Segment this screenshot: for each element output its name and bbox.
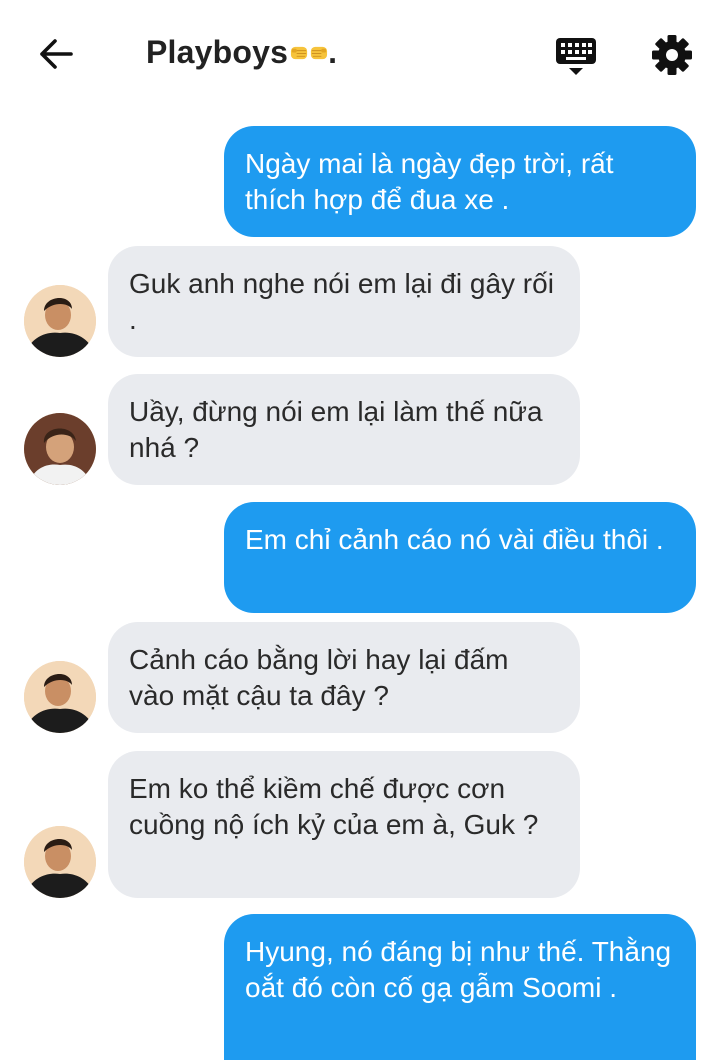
gear-icon	[652, 35, 692, 75]
settings-button[interactable]	[651, 34, 693, 76]
message-bubble-outgoing[interactable]: Ngày mai là ngày đẹp trời, rất thích hợp…	[224, 126, 696, 237]
avatar-guy-smiling	[24, 285, 96, 357]
chat-title-text: Playboys	[146, 34, 289, 70]
avatar[interactable]	[24, 826, 96, 898]
chat-header: Playboys .	[0, 0, 720, 105]
message-bubble-incoming[interactable]: Guk anh nghe nói em lại đi gây rối .	[108, 246, 580, 357]
chat-title: Playboys .	[146, 34, 337, 71]
message-bubble-outgoing[interactable]: Hyung, nó đáng bị như thế. Thằng oắt đó …	[224, 914, 696, 1060]
avatar[interactable]	[24, 413, 96, 485]
avatar[interactable]	[24, 661, 96, 733]
chat-title-suffix: .	[328, 34, 338, 70]
avatar-guy-smiling	[24, 826, 96, 898]
keyboard-button[interactable]	[554, 34, 598, 78]
message-bubble-incoming[interactable]: Cảnh cáo bằng lời hay lại đấm vào mặt cậ…	[108, 622, 580, 733]
back-button[interactable]	[36, 34, 76, 74]
arrow-left-icon	[40, 39, 73, 69]
message-bubble-incoming[interactable]: Uầy, đừng nói em lại làm thế nữa nhá ?	[108, 374, 580, 485]
keyboard-icon	[556, 38, 596, 75]
message-bubble-outgoing[interactable]: Em chỉ cảnh cáo nó vài điều thôi .	[224, 502, 696, 613]
avatar-guy-smiling	[24, 661, 96, 733]
avatar[interactable]	[24, 285, 96, 357]
fist-bump-emoji	[291, 46, 328, 59]
message-bubble-incoming[interactable]: Em ko thể kiềm chế được cơn cuồng nộ ích…	[108, 751, 580, 898]
avatar-guy-white-shirt	[24, 413, 96, 485]
